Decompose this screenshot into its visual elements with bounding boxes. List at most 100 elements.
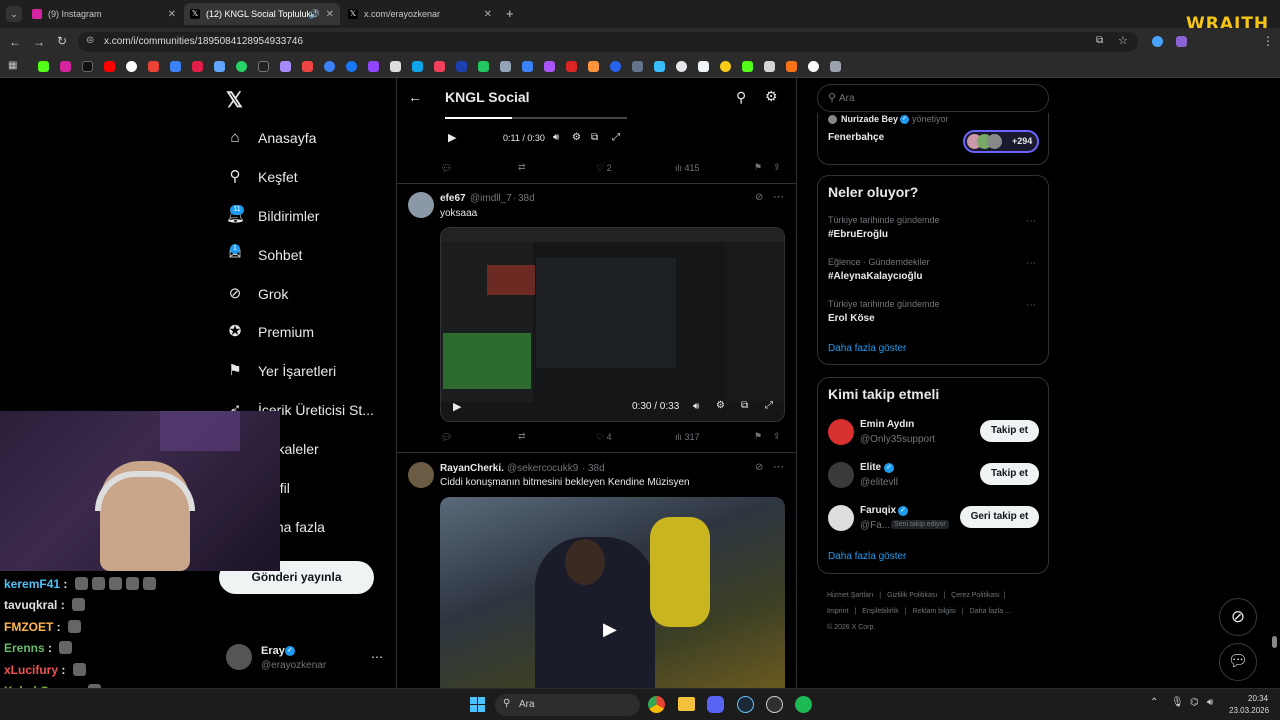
bookmark-icon[interactable] bbox=[236, 61, 247, 72]
reload-icon[interactable]: ↻ bbox=[57, 34, 67, 48]
bookmark-icon[interactable] bbox=[126, 61, 137, 72]
back-icon[interactable]: ← bbox=[9, 35, 21, 49]
bookmark-icon[interactable] bbox=[830, 61, 841, 72]
post-author-handle[interactable]: @imdll_7 bbox=[470, 193, 512, 204]
bookmark-icon[interactable] bbox=[808, 61, 819, 72]
more-dots-icon[interactable]: ⋯ bbox=[773, 190, 784, 203]
follow-suggestion[interactable]: Faruqix ✓ @Fa... Seni takip ediyor Geri … bbox=[818, 502, 1048, 540]
footer-link[interactable]: Erişilebilirlik bbox=[862, 608, 899, 615]
volume-icon[interactable]: 🔊︎ bbox=[693, 401, 699, 412]
bookmark-icon[interactable] bbox=[764, 61, 775, 72]
new-tab-button[interactable]: + bbox=[506, 6, 514, 21]
more-dots-icon[interactable]: ⋯ bbox=[1026, 216, 1036, 227]
bookmark-icon[interactable] bbox=[434, 61, 445, 72]
scrollbar-thumb[interactable] bbox=[1272, 636, 1277, 648]
close-tab-icon[interactable]: ✕ bbox=[484, 9, 492, 20]
clock-time[interactable]: 20:34 bbox=[1248, 694, 1268, 703]
account-switcher[interactable]: Eray ✓ @erayozkenar ⋯ bbox=[226, 642, 386, 676]
menu-dots-icon[interactable]: ⋮ bbox=[1262, 34, 1274, 48]
site-info-icon[interactable]: ⊜ bbox=[86, 35, 94, 46]
clock-date[interactable]: 23.03.2026 bbox=[1229, 706, 1269, 715]
windows-start-icon[interactable] bbox=[470, 697, 485, 712]
play-icon[interactable]: ▶ bbox=[448, 131, 456, 144]
network-icon[interactable]: ⌬ bbox=[1190, 697, 1199, 708]
views-button[interactable]: ılı 415 bbox=[675, 163, 700, 173]
post-author-name[interactable]: RayanCherki. bbox=[440, 463, 504, 474]
extension-icon[interactable] bbox=[1176, 36, 1187, 47]
follow-back-button[interactable]: Geri takip et bbox=[960, 506, 1039, 528]
share-icon[interactable]: ⇪ bbox=[773, 162, 781, 173]
follow-suggestion[interactable]: Elite ✓ @elitevll Takip et bbox=[818, 459, 1048, 497]
url-field[interactable]: ⊜ x.com/i/communities/189508412895493374… bbox=[78, 32, 1138, 52]
trend-item[interactable]: Türkiye tarihinde gündemde #EbruEroğlu ⋯ bbox=[818, 212, 1048, 248]
grok-icon[interactable]: ⊘ bbox=[755, 192, 763, 203]
extension-icon[interactable] bbox=[1152, 36, 1163, 47]
close-tab-icon[interactable]: ✕ bbox=[326, 9, 334, 20]
post-author-handle[interactable]: @sekercocukk9 bbox=[507, 463, 578, 474]
bookmark-icon[interactable] bbox=[104, 61, 115, 72]
bookmark-icon[interactable]: ⚑ bbox=[754, 162, 762, 173]
more-dots-icon[interactable]: ⋯ bbox=[1026, 258, 1036, 269]
reply-icon[interactable]: 💬︎ bbox=[441, 432, 452, 443]
fullscreen-icon[interactable]: ⤢ bbox=[765, 400, 773, 411]
post-video[interactable]: ▶ bbox=[440, 497, 785, 688]
post-video[interactable]: ▶ 0:30 / 0:33 🔊︎ ⚙ ⧉ ⤢ bbox=[440, 227, 785, 422]
bookmark-icon[interactable] bbox=[280, 61, 291, 72]
nav-bookmarks[interactable]: ⚑ Yer İşaretleri bbox=[226, 362, 336, 380]
x-logo-icon[interactable]: 𝕏 bbox=[226, 88, 243, 113]
nav-grok[interactable]: ⊘ Grok bbox=[226, 285, 289, 303]
bookmark-icon[interactable] bbox=[786, 61, 797, 72]
like-button[interactable]: ♡ 4 bbox=[596, 432, 612, 443]
trends-show-more[interactable]: Daha fazla göster bbox=[828, 343, 906, 354]
settings-icon[interactable]: ⚙ bbox=[572, 132, 581, 143]
bookmark-icon[interactable] bbox=[170, 61, 181, 72]
views-button[interactable]: ılı 317 bbox=[675, 432, 700, 442]
like-button[interactable]: ♡ 2 bbox=[596, 163, 612, 174]
bookmark-icon[interactable] bbox=[544, 61, 555, 72]
steam-icon[interactable] bbox=[737, 696, 754, 713]
nav-explore[interactable]: ⚲ Keşfet bbox=[226, 168, 298, 186]
bookmark-icon[interactable] bbox=[60, 61, 71, 72]
bookmark-icon[interactable] bbox=[82, 61, 93, 72]
folder-icon[interactable] bbox=[678, 697, 695, 711]
obs-icon[interactable] bbox=[766, 696, 783, 713]
bookmark-icon[interactable] bbox=[500, 61, 511, 72]
bookmark-icon[interactable] bbox=[214, 61, 225, 72]
miniplayer-icon[interactable]: ⧉ bbox=[591, 132, 598, 143]
post-author-name[interactable]: efe67 bbox=[440, 193, 466, 204]
tray-chevron-icon[interactable]: ⌃ bbox=[1150, 697, 1158, 708]
browser-tab-kngl[interactable]: 𝕏 (12) KNGL Social Topluluk / 🔊 ✕ bbox=[184, 3, 340, 25]
close-tab-icon[interactable]: ✕ bbox=[168, 9, 176, 20]
video-progress-track[interactable] bbox=[445, 117, 627, 119]
bookmark-icon[interactable] bbox=[390, 61, 401, 72]
bookmark-icon[interactable] bbox=[522, 61, 533, 72]
messages-float-button[interactable]: 💬︎ bbox=[1219, 643, 1257, 681]
bookmark-icon[interactable] bbox=[676, 61, 687, 72]
footer-link[interactable]: Hizmet Şartları bbox=[827, 592, 873, 599]
bookmark-icon[interactable] bbox=[478, 61, 489, 72]
avatar[interactable] bbox=[408, 462, 434, 488]
more-dots-icon[interactable]: ⋯ bbox=[1026, 300, 1036, 311]
reply-icon[interactable]: 💬︎ bbox=[441, 163, 452, 174]
bookmark-icon[interactable] bbox=[368, 61, 379, 72]
nav-home[interactable]: ⌂ Anasayfa bbox=[226, 129, 316, 147]
gear-icon[interactable]: ⚙ bbox=[765, 88, 778, 105]
search-field[interactable]: ⚲ Ara bbox=[817, 84, 1049, 112]
follow-show-more[interactable]: Daha fazla göster bbox=[828, 551, 906, 562]
footer-link[interactable]: Imprint bbox=[827, 608, 848, 615]
browser-tab-instagram[interactable]: (9) Instagram ✕ bbox=[26, 3, 182, 25]
bookmark-star-icon[interactable]: ☆ bbox=[1118, 34, 1128, 47]
discord-icon[interactable] bbox=[707, 696, 724, 713]
play-icon[interactable]: ▶ bbox=[453, 400, 461, 413]
trend-item[interactable]: Türkiye tarihinde gündemde Erol Köse ⋯ bbox=[818, 296, 1048, 332]
bookmark-icon[interactable] bbox=[698, 61, 709, 72]
microphone-icon[interactable]: 🎙︎ bbox=[1171, 697, 1184, 708]
bookmark-icon[interactable] bbox=[632, 61, 643, 72]
community-admin[interactable]: Nurizade Bey bbox=[841, 114, 898, 124]
volume-icon[interactable]: 🔊︎ bbox=[1207, 697, 1213, 708]
bookmark-icon[interactable] bbox=[192, 61, 203, 72]
nav-premium[interactable]: ✪ Premium bbox=[226, 323, 314, 341]
bookmark-icon[interactable] bbox=[742, 61, 753, 72]
bookmark-icon[interactable] bbox=[456, 61, 467, 72]
footer-link[interactable]: Gizlilik Politikası bbox=[887, 592, 937, 599]
